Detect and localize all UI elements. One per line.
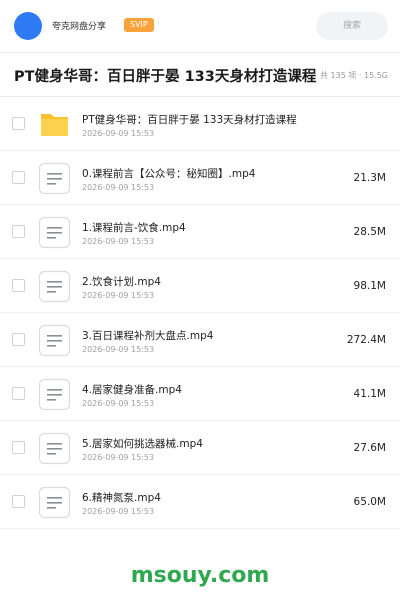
list-item[interactable]: 3.百日课程补剂大盘点.mp4 2026-09-09 15:53 272.4M [0,313,400,367]
avatar[interactable] [14,12,42,40]
search-input[interactable]: 搜索 [316,12,388,40]
document-icon [38,270,71,303]
list-item[interactable]: 2.饮食计划.mp4 2026-09-09 15:53 98.1M [0,259,400,313]
title-bar: PT健身华哥：百日胖于晏 133天身材打造课程 共 135 项 · 15.5G [0,53,400,95]
page-title: PT健身华哥：百日胖于晏 133天身材打造课程 [14,69,317,85]
file-name: 3.百日课程补剂大盘点.mp4 [82,330,214,342]
document-icon [38,432,71,465]
document-icon [38,378,71,411]
list-item[interactable]: 4.居家健身准备.mp4 2026-09-09 15:53 41.1M [0,367,400,421]
file-name: 6.精神氮泵.mp4 [82,492,161,504]
row-checkbox[interactable] [12,387,25,400]
row-checkbox[interactable] [12,279,25,292]
document-icon [38,486,71,519]
file-size: 41.1M [353,388,386,400]
svip-badge: SVIP [124,18,154,32]
file-list: PT健身华哥：百日胖于晏 133天身材打造课程 2026-09-09 15:53… [0,97,400,529]
row-checkbox[interactable] [12,117,25,130]
document-icon [38,216,71,249]
share-owner-name: 夸克网盘分享 [52,22,107,32]
file-date: 2026-09-09 15:53 [82,237,155,246]
file-date: 2026-09-09 15:53 [82,183,155,192]
row-checkbox[interactable] [12,333,25,346]
row-checkbox[interactable] [12,225,25,238]
item-count: 共 135 项 · 15.5G [320,71,388,80]
file-date: 2026-09-09 15:53 [82,129,155,138]
row-checkbox[interactable] [12,441,25,454]
file-size: 272.4M [346,334,386,346]
file-date: 2026-09-09 15:53 [82,291,155,300]
list-item[interactable]: PT健身华哥：百日胖于晏 133天身材打造课程 2026-09-09 15:53 [0,97,400,151]
row-checkbox[interactable] [12,171,25,184]
file-size: 21.3M [353,172,386,184]
list-item[interactable]: 6.精神氮泵.mp4 2026-09-09 15:53 65.0M [0,475,400,529]
file-size: 65.0M [353,496,386,508]
file-name: 0.课程前言【公众号：秘知圈】.mp4 [82,168,256,180]
document-icon [38,162,71,195]
folder-icon [41,114,68,136]
file-size: 27.6M [353,442,386,454]
file-name: 4.居家健身准备.mp4 [82,384,182,396]
list-item[interactable]: 1.课程前言-饮食.mp4 2026-09-09 15:53 28.5M [0,205,400,259]
list-item[interactable]: 5.居家如何挑选器械.mp4 2026-09-09 15:53 27.6M [0,421,400,475]
file-name: PT健身华哥：百日胖于晏 133天身材打造课程 [82,114,297,126]
document-icon [38,324,71,357]
header: 夸克网盘分享 SVIP 搜索 [0,0,400,52]
file-date: 2026-09-09 15:53 [82,507,155,516]
file-name: 5.居家如何挑选器械.mp4 [82,438,203,450]
file-size: 98.1M [353,280,386,292]
list-item[interactable]: 0.课程前言【公众号：秘知圈】.mp4 2026-09-09 15:53 21.… [0,151,400,205]
file-date: 2026-09-09 15:53 [82,345,155,354]
file-date: 2026-09-09 15:53 [82,453,155,462]
file-name: 1.课程前言-饮食.mp4 [82,222,186,234]
watermark-text: msouy.com [130,563,270,588]
file-name: 2.饮食计划.mp4 [82,276,161,288]
file-date: 2026-09-09 15:53 [82,399,155,408]
file-size: 28.5M [353,226,386,238]
row-checkbox[interactable] [12,495,25,508]
